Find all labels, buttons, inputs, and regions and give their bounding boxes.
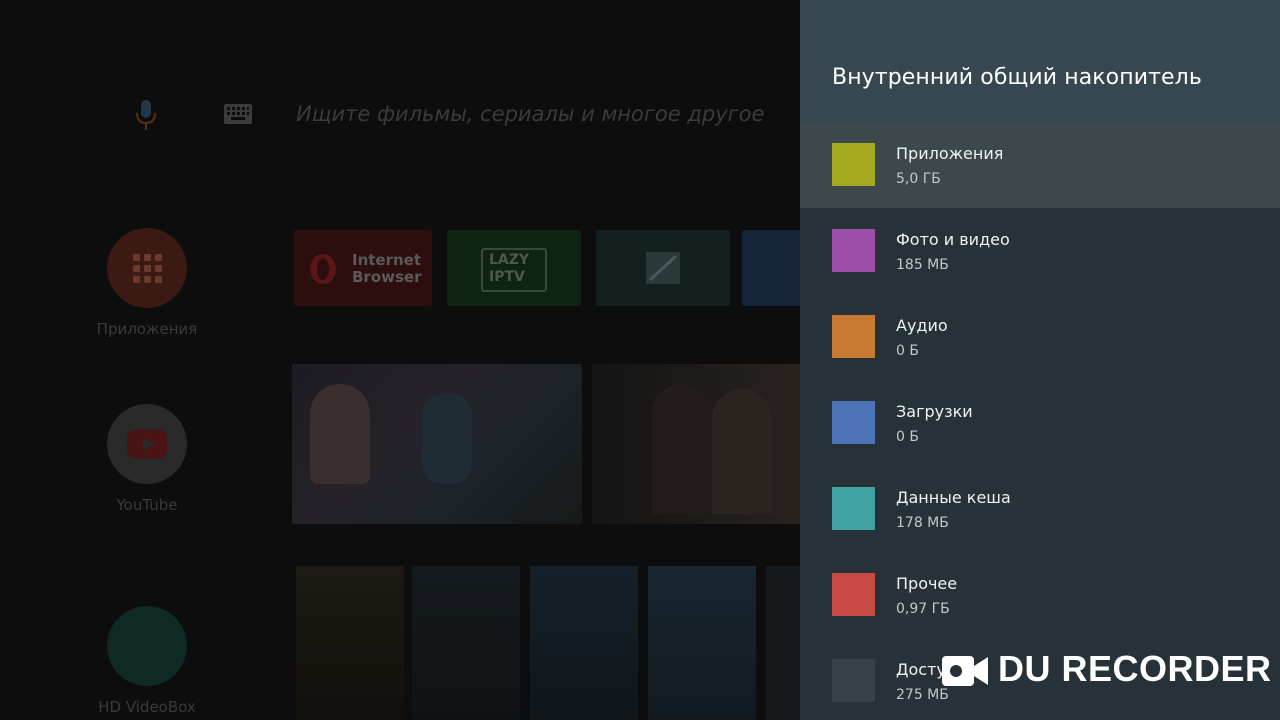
panel-title: Внутренний общий накопитель xyxy=(832,65,1202,90)
storage-item-downloads[interactable]: Загрузки 0 Б xyxy=(800,380,1280,466)
nav-label: Приложения xyxy=(96,320,198,338)
storage-item-other[interactable]: Прочее 0,97 ГБ xyxy=(800,552,1280,638)
app-tile-lazy-iptv[interactable]: LAZY IPTV xyxy=(447,230,581,306)
poster[interactable] xyxy=(412,566,520,720)
apps-grid-icon xyxy=(107,228,187,308)
video-camera-icon xyxy=(942,656,988,686)
storage-item-size: 0,97 ГБ xyxy=(896,601,950,617)
storage-item-label: Загрузки xyxy=(896,402,973,421)
color-swatch xyxy=(832,229,875,272)
search-bar[interactable]: Ищите фильмы, сериалы и многое другое xyxy=(132,98,792,134)
storage-item-label: Аудио xyxy=(896,316,948,335)
banner-movie[interactable] xyxy=(592,364,800,524)
tile-label-line2: IPTV xyxy=(489,269,525,285)
storage-item-apps[interactable]: Приложения 5,0 ГБ xyxy=(800,122,1280,208)
nav-hd-videobox[interactable]: HD VideoBox xyxy=(82,606,212,716)
storage-list: Приложения 5,0 ГБ Фото и видео 185 МБ Ау… xyxy=(800,122,1280,720)
du-recorder-watermark: DU RECORDER xyxy=(942,648,1272,694)
app-tile-unknown[interactable] xyxy=(596,230,730,306)
color-swatch xyxy=(832,315,875,358)
tile-label-line2: Browser xyxy=(352,268,422,286)
storage-item-label: Данные кеша xyxy=(896,488,1011,507)
poster[interactable] xyxy=(530,566,638,720)
storage-item-size: 178 МБ xyxy=(896,515,949,531)
storage-item-label: Прочее xyxy=(896,574,958,593)
storage-item-photos[interactable]: Фото и видео 185 МБ xyxy=(800,208,1280,294)
storage-item-label: Приложения xyxy=(896,144,1004,163)
nav-label: YouTube xyxy=(116,496,178,514)
storage-item-cache[interactable]: Данные кеша 178 МБ xyxy=(800,466,1280,552)
tile-label-line1: LAZY xyxy=(489,252,530,268)
storage-panel: Внутренний общий накопитель Приложения 5… xyxy=(800,0,1280,720)
storage-item-size: 0 Б xyxy=(896,343,919,359)
storage-item-size: 275 МБ xyxy=(896,687,949,703)
storage-item-label: Фото и видео xyxy=(896,230,1010,249)
launcher-background: Ищите фильмы, сериалы и многое другое Пр… xyxy=(0,0,800,720)
storage-item-audio[interactable]: Аудио 0 Б xyxy=(800,294,1280,380)
app-logo-icon xyxy=(646,252,680,284)
banner-cartoon[interactable] xyxy=(292,364,582,524)
app-tile-internet-browser[interactable]: Internet Browser xyxy=(294,230,432,306)
tile-label-line1: Internet xyxy=(352,251,422,269)
nav-youtube[interactable]: YouTube xyxy=(82,404,212,514)
nav-apps[interactable]: Приложения xyxy=(82,228,212,338)
keyboard-icon[interactable] xyxy=(224,104,252,124)
storage-item-size: 5,0 ГБ xyxy=(896,171,941,187)
panel-header: Внутренний общий накопитель xyxy=(800,0,1280,122)
opera-icon xyxy=(310,254,336,284)
videobox-icon xyxy=(107,606,187,686)
color-swatch xyxy=(832,573,875,616)
poster[interactable] xyxy=(766,566,800,720)
storage-item-size: 0 Б xyxy=(896,429,919,445)
color-swatch xyxy=(832,143,875,186)
poster[interactable] xyxy=(648,566,756,720)
poster[interactable] xyxy=(296,566,404,720)
app-tile-tv[interactable] xyxy=(742,230,800,306)
color-swatch xyxy=(832,401,875,444)
nav-label: HD VideoBox xyxy=(98,698,196,716)
storage-item-size: 185 МБ xyxy=(896,257,949,273)
iptv-logo: LAZY IPTV xyxy=(481,248,547,292)
color-swatch xyxy=(832,659,875,702)
microphone-icon[interactable] xyxy=(132,98,160,132)
search-hint[interactable]: Ищите фильмы, сериалы и многое другое xyxy=(296,102,764,126)
youtube-icon xyxy=(107,404,187,484)
color-swatch xyxy=(832,487,875,530)
storage-item-label: Досту xyxy=(896,660,946,679)
watermark-text: DU RECORDER xyxy=(998,648,1272,689)
